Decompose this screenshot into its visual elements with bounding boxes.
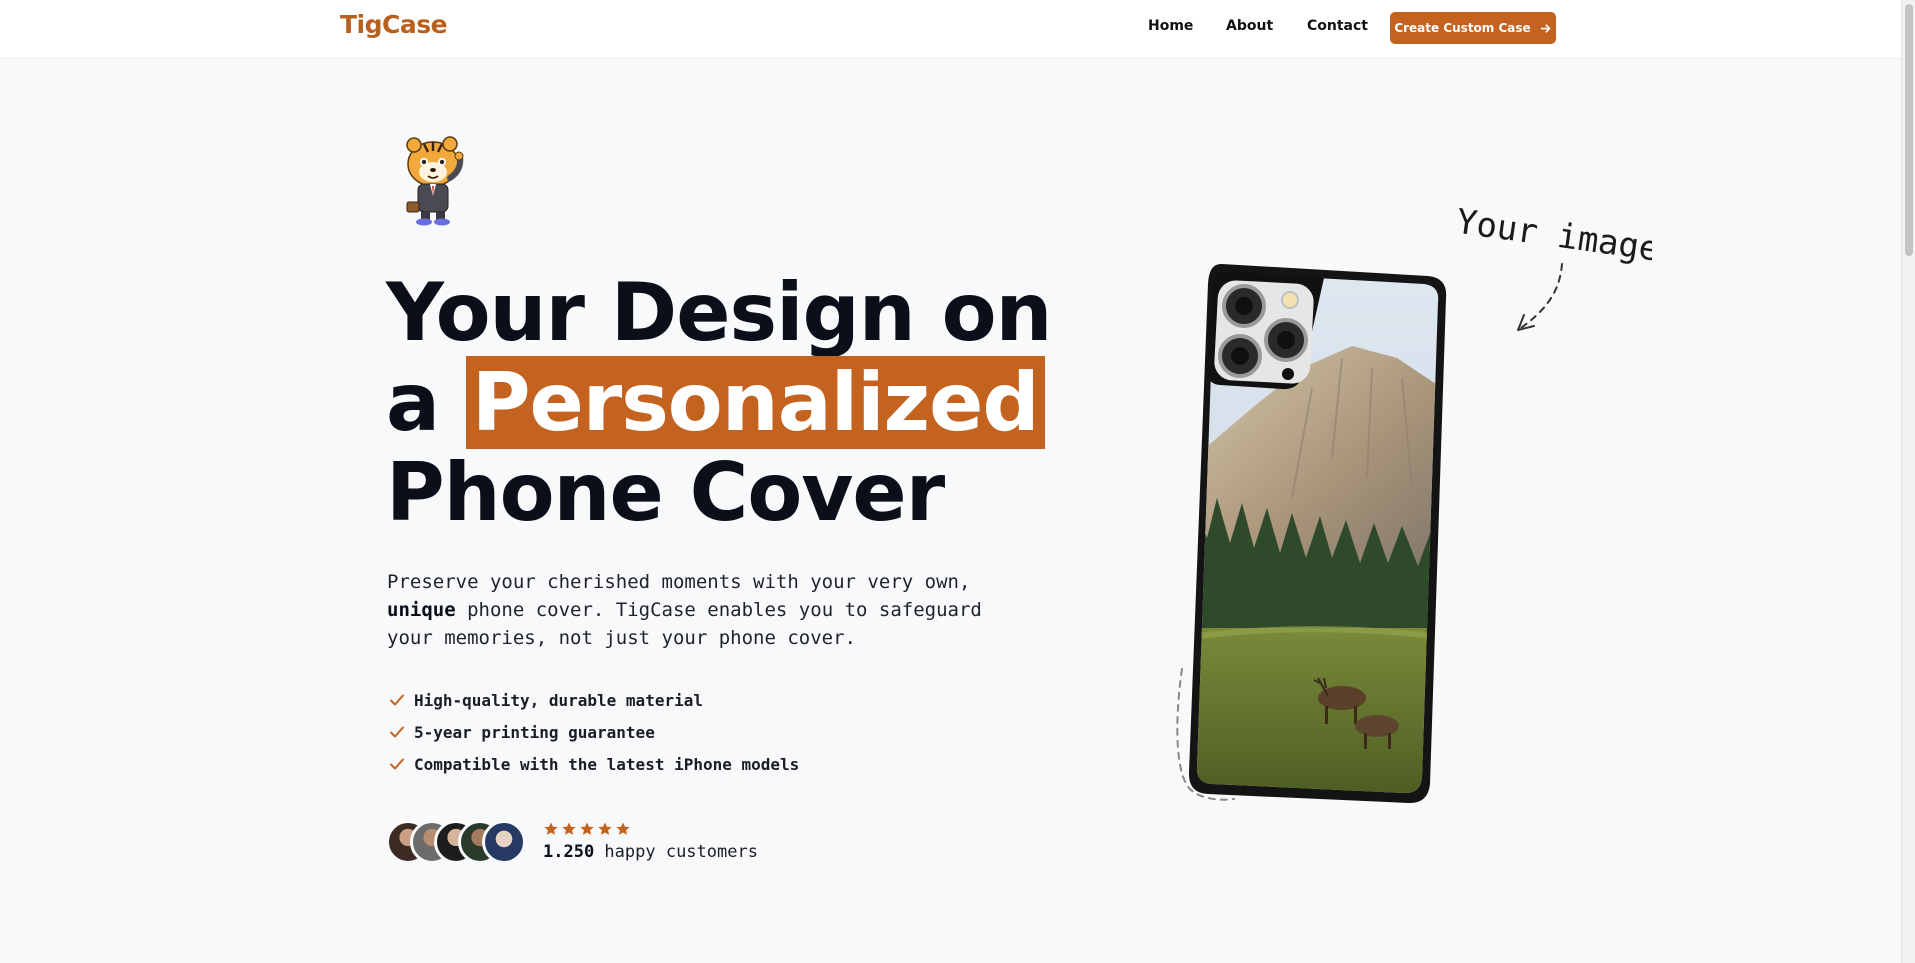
feature-label: Compatible with the latest iPhone models (414, 754, 800, 774)
customer-rating: 1.250 happy customers (543, 821, 758, 862)
hero-title-line1: Your Design on (386, 266, 1052, 359)
star-icon (598, 822, 612, 835)
hero-title: Your Design on a Personalized Phone Cove… (386, 268, 1086, 538)
cta-label: Create Custom Case (1394, 21, 1531, 35)
check-icon (390, 694, 404, 706)
arrow-right-icon (1540, 23, 1551, 33)
nav-link-about[interactable]: About (1226, 18, 1273, 34)
navbar: TigCase Home About Contact Create Custom… (0, 0, 1901, 59)
star-icon (562, 822, 576, 835)
check-icon (390, 726, 404, 738)
star-icon (616, 822, 630, 835)
nav-link-home[interactable]: Home (1148, 18, 1193, 34)
star-icon (580, 822, 594, 835)
customer-avatars (386, 820, 526, 864)
hero-description: Preserve your cherished moments with you… (387, 568, 1027, 652)
nav-link-contact[interactable]: Contact (1307, 18, 1368, 34)
feature-label: 5-year printing guarantee (414, 722, 655, 742)
description-bold: unique (387, 599, 456, 621)
customers-count: 1.250 (543, 842, 595, 862)
happy-customers: 1.250 happy customers (543, 842, 758, 862)
feature-label: High-quality, durable material (414, 690, 703, 710)
dashed-arrow-icon (1517, 263, 1563, 331)
feature-item: Compatible with the latest iPhone models (388, 748, 799, 780)
description-text-2: phone cover. TigCase enables you to safe… (387, 599, 982, 649)
feature-item: High-quality, durable material (388, 684, 799, 716)
hero-title-highlight: Personalized (465, 356, 1045, 449)
hero-title-line2: a (386, 356, 466, 449)
create-custom-case-button[interactable]: Create Custom Case (1390, 12, 1556, 44)
scrollbar[interactable] (1901, 0, 1915, 963)
customers-label: happy customers (594, 842, 758, 862)
phone-case-preview (1188, 263, 1447, 804)
avatar (482, 820, 526, 864)
check-icon (390, 758, 404, 770)
star-rating (543, 821, 758, 839)
feature-list: High-quality, durable material 5-year pr… (388, 684, 799, 780)
feature-item: 5-year printing guarantee (388, 716, 799, 748)
scrollbar-thumb[interactable] (1905, 4, 1913, 256)
logo[interactable]: TigCase (340, 10, 448, 39)
tiger-mascot-icon (406, 136, 464, 226)
description-text-1: Preserve your cherished moments with you… (387, 571, 971, 593)
star-icon (544, 822, 558, 835)
hero-title-line3: Phone Cover (386, 446, 945, 539)
